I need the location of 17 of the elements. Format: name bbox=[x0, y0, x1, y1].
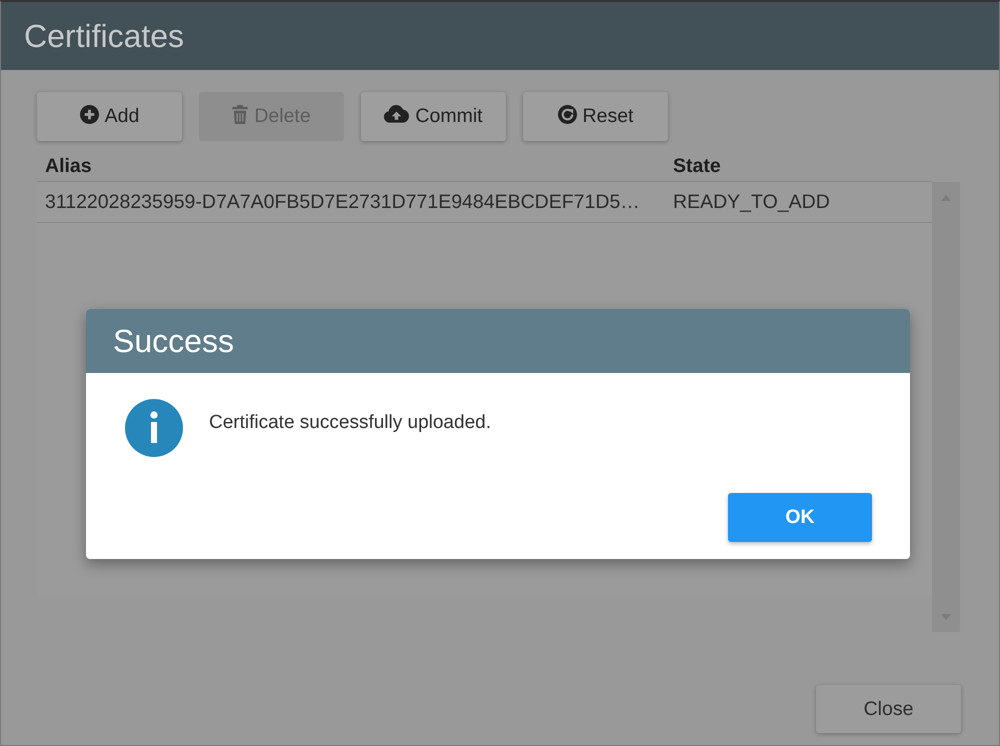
window-title: Certificates bbox=[24, 20, 184, 52]
dialog-message: Certificate successfully uploaded. bbox=[209, 411, 491, 434]
dialog-title: Success bbox=[113, 325, 234, 357]
trash-icon bbox=[232, 104, 248, 124]
plus-circle-icon bbox=[80, 104, 99, 124]
ok-button[interactable]: OK bbox=[728, 493, 872, 542]
scrollbar[interactable] bbox=[932, 182, 960, 632]
column-header: Alias bbox=[44, 154, 93, 178]
reset-button[interactable]: Reset bbox=[523, 92, 668, 141]
table-cell-text: 31122028235959-D7A7A0FB5D7E2731D771E9484EBCDEF71D5… bbox=[44, 190, 641, 214]
cloud-upload-icon bbox=[384, 105, 410, 123]
table-cell: READY_TO_ADD bbox=[673, 190, 830, 214]
info-icon bbox=[125, 399, 183, 457]
column-header: State bbox=[673, 154, 721, 178]
close-button[interactable]: Close bbox=[816, 685, 961, 733]
commit-button[interactable]: Commit bbox=[361, 92, 506, 141]
add-button[interactable]: Add bbox=[37, 92, 182, 141]
